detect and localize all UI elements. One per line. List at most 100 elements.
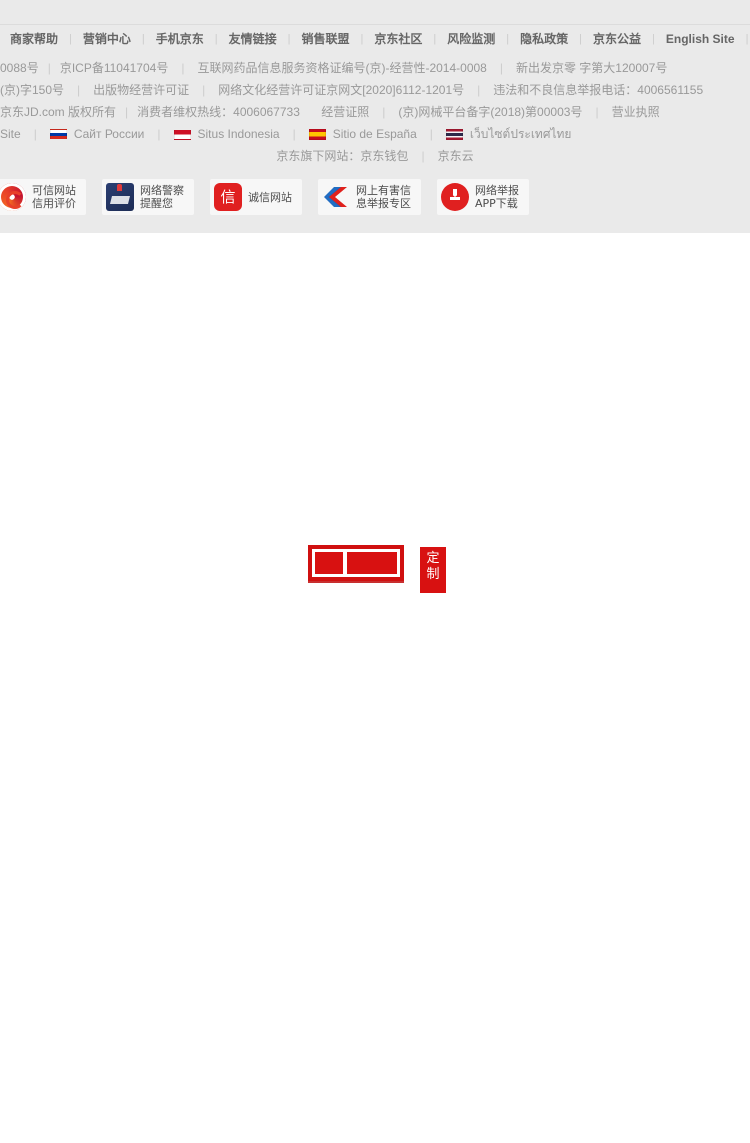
cert-label-line2: 息举报专区: [356, 197, 411, 210]
cert-label-line2: 提醒您: [140, 197, 173, 210]
legal-separator: |: [421, 149, 425, 163]
cyber-police-icon: [106, 183, 134, 211]
footer-link-friendly-links[interactable]: 友情链接: [229, 25, 277, 53]
nav-separator: |: [579, 33, 582, 45]
customize-banner-block-large: [347, 552, 397, 574]
nav-separator: |: [214, 33, 218, 45]
footer-link-english-site[interactable]: English Site: [666, 25, 735, 53]
cert-label-line1: 网络举报: [475, 184, 519, 197]
harmful-info-report-icon: [322, 183, 350, 211]
intl-site-english-partial[interactable]: Site: [0, 123, 21, 145]
legal-business-license[interactable]: 营业执照: [612, 101, 660, 123]
legal-network-culture-license[interactable]: 网络文化经营许可证京网文[2020]6112-1201号: [218, 79, 464, 101]
footer-link-merchant-help[interactable]: 商家帮助: [10, 25, 58, 53]
nav-separator: |: [745, 33, 749, 45]
cert-trusted-site[interactable]: 可信网站 信用评价: [0, 179, 86, 215]
legal-separator: |: [77, 83, 81, 97]
customize-banner-block-small: [315, 552, 343, 574]
site-footer: 商家帮助 | 营销中心 | 手机京东 | 友情链接 | 销售联盟 | 京东社区 …: [0, 0, 750, 233]
customize-tab-char-2: 制: [426, 567, 440, 582]
cert-integrity-site-label: 诚信网站: [248, 191, 292, 204]
cert-trusted-site-label: 可信网站 信用评价: [32, 184, 76, 210]
cert-label-line2: 信用评价: [32, 197, 76, 210]
cert-integrity-site[interactable]: 信 诚信网站: [210, 179, 302, 215]
footer-link-risk-monitoring[interactable]: 风险监测: [447, 25, 495, 53]
legal-beijing-char-150[interactable]: (京)字150号: [0, 79, 64, 101]
legal-separator: |: [125, 105, 129, 119]
nav-separator: |: [506, 33, 510, 45]
intl-site-label: Sitio de España: [332, 127, 417, 141]
legal-publication-number[interactable]: 新出发京零 字第大120007号: [516, 57, 667, 79]
footer-nav-links: 商家帮助 | 营销中心 | 手机京东 | 友情链接 | 销售联盟 | 京东社区 …: [0, 25, 750, 53]
flag-russia-icon: [49, 128, 67, 140]
copyright-notice: 京东JD.com 版权所有: [0, 105, 117, 119]
legal-separator: |: [499, 61, 503, 75]
nav-separator: |: [433, 33, 437, 45]
nav-separator: |: [652, 33, 655, 45]
intl-site-indonesia[interactable]: Situs Indonesia: [173, 123, 280, 145]
footer-link-jd-charity[interactable]: 京东公益: [593, 25, 641, 53]
intl-site-label: Situs Indonesia: [197, 127, 280, 141]
legal-drug-info-service-license[interactable]: 互联网药品信息服务资格证编号(京)-经营性-2014-0008: [197, 57, 486, 79]
customize-banner[interactable]: [308, 545, 404, 581]
customize-floating-widget[interactable]: 定 制: [308, 545, 446, 593]
footer-link-privacy-policy[interactable]: 隐私政策: [520, 25, 568, 53]
legal-beijing-icp-record[interactable]: 京ICP备11041704号: [60, 57, 169, 79]
legal-separator: |: [157, 127, 161, 141]
customize-tab-button[interactable]: 定 制: [420, 547, 446, 593]
legal-separator: |: [595, 105, 599, 119]
legal-separator: |: [292, 127, 296, 141]
intl-site-label: เว็บไซต์ประเทศไทย: [469, 127, 572, 141]
customize-tab-char-1: 定: [426, 551, 440, 566]
legal-line-copyright: 京东JD.com 版权所有 | 消费者维权热线：4006067733 经营证照 …: [0, 101, 750, 123]
nav-separator: |: [360, 33, 364, 45]
legal-icp-number-partial[interactable]: 0088号: [0, 57, 39, 79]
subsidiary-link-jd-cloud[interactable]: 京东云: [438, 145, 474, 167]
nav-separator: |: [287, 33, 291, 45]
footer-link-jd-community[interactable]: 京东社区: [374, 25, 422, 53]
cert-cyber-police[interactable]: 网络警察 提醒您: [102, 179, 194, 215]
legal-separator: |: [477, 83, 481, 97]
cert-label-line1: 网上有害信: [356, 184, 411, 197]
intl-site-russia[interactable]: Сайт России: [49, 123, 145, 145]
legal-separator: [300, 101, 321, 123]
legal-publication-business-license[interactable]: 出版物经营许可证: [93, 79, 189, 101]
flag-indonesia-icon: [173, 128, 191, 140]
legal-separator: |: [181, 61, 185, 75]
intl-site-thailand[interactable]: เว็บไซต์ประเทศไทย: [445, 123, 572, 145]
cert-label-line1: 可信网站: [32, 184, 76, 197]
cert-label-line2: APP下载: [475, 197, 518, 210]
international-sites-row: Site | Сайт России | Situs Indonesia | S…: [0, 123, 750, 145]
subsidiary-sites-label: 京东旗下网站：: [276, 149, 361, 163]
subsidiary-link-jd-wallet[interactable]: 京东钱包: [360, 145, 408, 167]
cert-harmful-info-report[interactable]: 网上有害信 息举报专区: [318, 179, 421, 215]
integrity-site-icon: 信: [214, 183, 242, 211]
consumer-rights-hotline: 消费者维权热线：4006067733: [137, 105, 300, 119]
legal-medical-device-platform-record[interactable]: (京)网械平台备字(2018)第00003号: [398, 101, 582, 123]
subsidiary-sites-row: 京东旗下网站： 京东钱包 | 京东云: [0, 145, 750, 167]
footer-link-sales-alliance[interactable]: 销售联盟: [302, 25, 350, 53]
legal-line-licenses-1: 0088号 | 京ICP备11041704号 | 互联网药品信息服务资格证编号(…: [0, 57, 750, 79]
cert-label-line1: 诚信网站: [248, 190, 292, 204]
intl-site-spain[interactable]: Sitio de España: [308, 123, 417, 145]
legal-separator: |: [429, 127, 433, 141]
intl-site-label: Сайт России: [73, 127, 145, 141]
certification-badges: 可信网站 信用评价 网络警察 提醒您 信 诚信网站 网上有害信 息举报专区 网络…: [0, 167, 750, 233]
footer-link-mobile-jd[interactable]: 手机京东: [156, 25, 204, 53]
legal-separator: |: [47, 61, 51, 75]
flag-spain-icon: [308, 128, 326, 140]
footer-legal-text: 0088号 | 京ICP备11041704号 | 互联网药品信息服务资格证编号(…: [0, 53, 750, 167]
cert-report-app[interactable]: 网络举报 APP下载: [437, 179, 529, 215]
report-app-download-icon: [441, 183, 469, 211]
flag-thailand-icon: [445, 128, 463, 140]
trusted-site-icon: [0, 183, 26, 211]
legal-separator: |: [33, 127, 37, 141]
nav-separator: |: [69, 33, 72, 45]
cert-label-line1: 网络警察: [140, 184, 184, 197]
footer-top-divider: [0, 0, 750, 25]
legal-separator: |: [382, 105, 386, 119]
footer-link-marketing-center[interactable]: 营销中心: [83, 25, 131, 53]
cert-harmful-info-report-label: 网上有害信 息举报专区: [356, 184, 411, 210]
legal-business-certificate[interactable]: 经营证照: [321, 101, 369, 123]
cert-cyber-police-label: 网络警察 提醒您: [140, 184, 184, 210]
